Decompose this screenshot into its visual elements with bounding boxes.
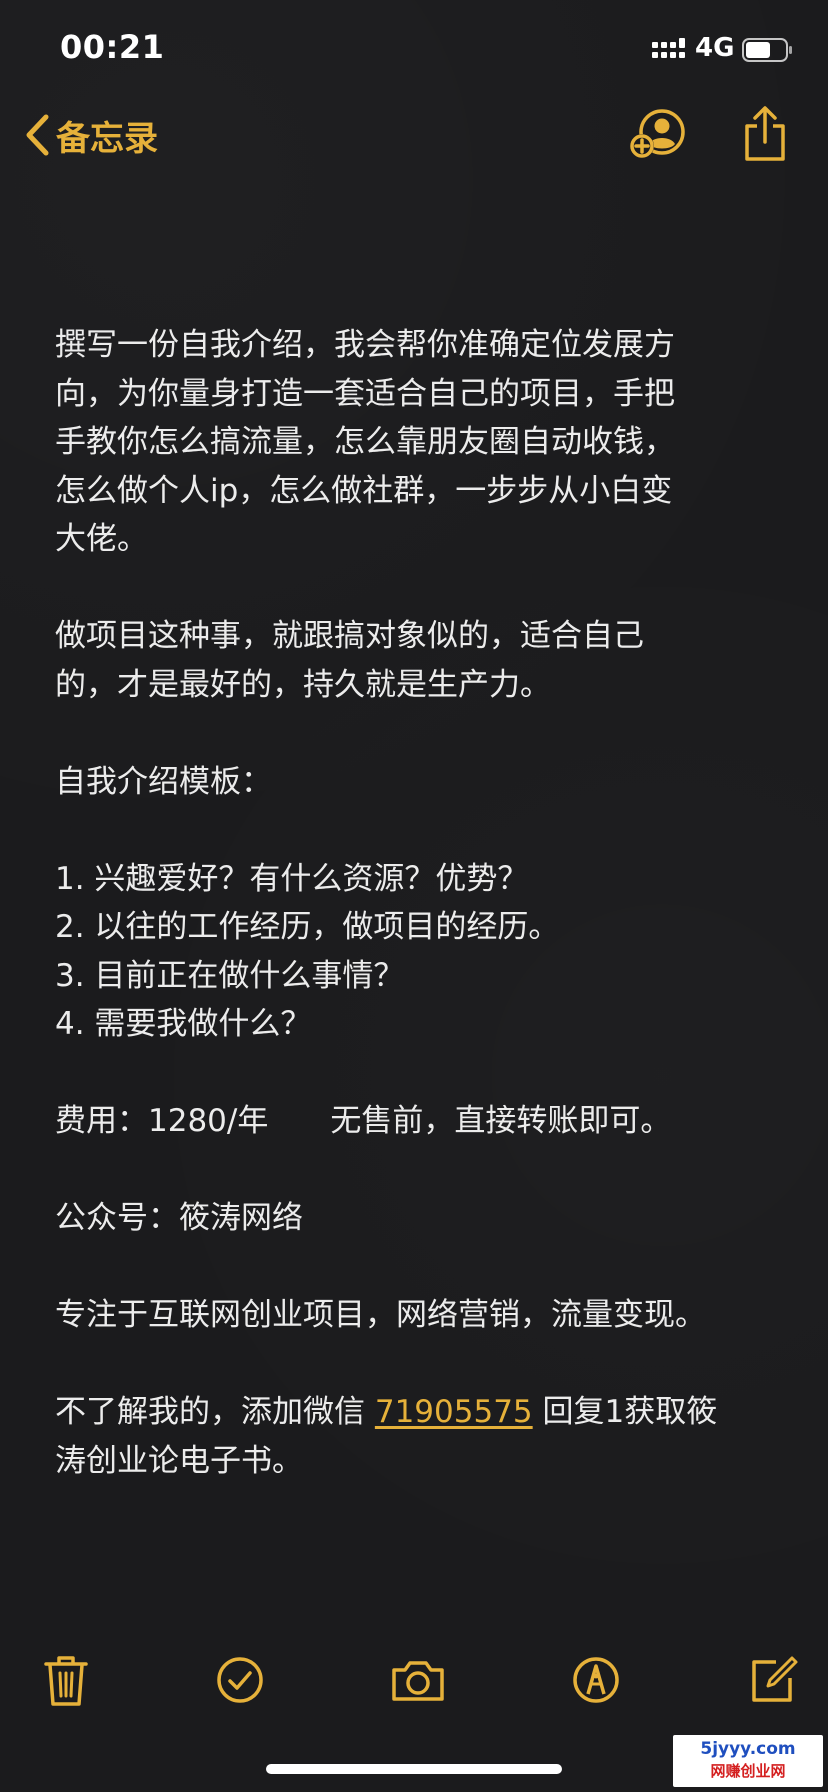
signal-icon xyxy=(652,38,685,58)
share-icon[interactable] xyxy=(740,104,790,164)
bottom-toolbar xyxy=(0,1640,828,1720)
home-indicator[interactable] xyxy=(266,1764,562,1774)
template-item: 3. 目前正在做什么事情？ xyxy=(55,957,405,994)
official-account-line: 公众号：筱涛网络 xyxy=(55,1200,303,1236)
note-line: 手教你怎么搞流量，怎么靠朋友圈自动收钱， xyxy=(55,424,675,460)
add-person-icon[interactable] xyxy=(628,106,688,164)
note-line: 怎么做个人ip，怎么做社群，一步步从小白变 xyxy=(55,472,673,509)
camera-icon[interactable] xyxy=(388,1650,448,1710)
network-label: 4G xyxy=(695,33,735,63)
note-line: 大佬。 xyxy=(55,521,148,557)
status-time: 00:21 xyxy=(60,28,165,66)
checklist-icon[interactable] xyxy=(210,1650,270,1710)
contact-suffix: 回复1获取筱 xyxy=(532,1394,718,1430)
back-label: 备忘录 xyxy=(56,118,158,159)
template-item: 4. 需要我做什么？ xyxy=(55,1006,312,1042)
focus-line: 专注于互联网创业项目，网络营销，流量变现。 xyxy=(55,1297,706,1333)
back-button[interactable]: 备忘录 xyxy=(24,108,158,162)
contact-line: 不了解我的，添加微信 71905575 回复1获取筱 xyxy=(55,1388,785,1437)
note-line: 向，为你量身打造一套适合自己的项目，手把 xyxy=(55,375,675,412)
trash-icon[interactable] xyxy=(36,1650,96,1710)
watermark-site-name: 网赚创业网 xyxy=(710,1762,786,1780)
template-item: 2. 以往的工作经历，做项目的经历。 xyxy=(55,909,560,945)
markup-icon[interactable] xyxy=(566,1650,626,1710)
contact-line-2: 涛创业论电子书。 xyxy=(55,1442,303,1479)
nav-bar: 备忘录 xyxy=(0,100,828,170)
note-line: 做项目这种事，就跟搞对象似的，适合自己 xyxy=(55,618,644,654)
watermark-logo: 5jyyy.com 网赚创业网 xyxy=(673,1735,823,1787)
watermark-domain: 5jyyy.com xyxy=(700,1739,796,1759)
fee-line: 费用：1280/年 无售前，直接转账即可。 xyxy=(55,1103,672,1139)
template-item: 1. 兴趣爱好？有什么资源？优势？ xyxy=(55,860,529,897)
wechat-id-link[interactable]: 71905575 xyxy=(375,1394,533,1430)
template-title: 自我介绍模板： xyxy=(55,763,272,800)
note-line: 的，才是最好的，持久就是生产力。 xyxy=(55,666,551,703)
compose-icon[interactable] xyxy=(742,1650,802,1710)
note-line: 撰写一份自我介绍，我会帮你准确定位发展方 xyxy=(55,327,675,363)
contact-prefix: 不了解我的，添加微信 xyxy=(55,1394,375,1430)
status-bar: 00:21 4G xyxy=(0,0,828,100)
back-chevron-icon xyxy=(26,114,49,156)
notes-screen: 00:21 4G 备忘录 撰写一份自我介绍，我会帮你准确定位发展方 向，为你量身… xyxy=(0,0,828,1792)
note-body[interactable]: 撰写一份自我介绍，我会帮你准确定位发展方 向，为你量身打造一套适合自己的项目，手… xyxy=(55,321,785,1485)
battery-icon xyxy=(742,38,792,62)
